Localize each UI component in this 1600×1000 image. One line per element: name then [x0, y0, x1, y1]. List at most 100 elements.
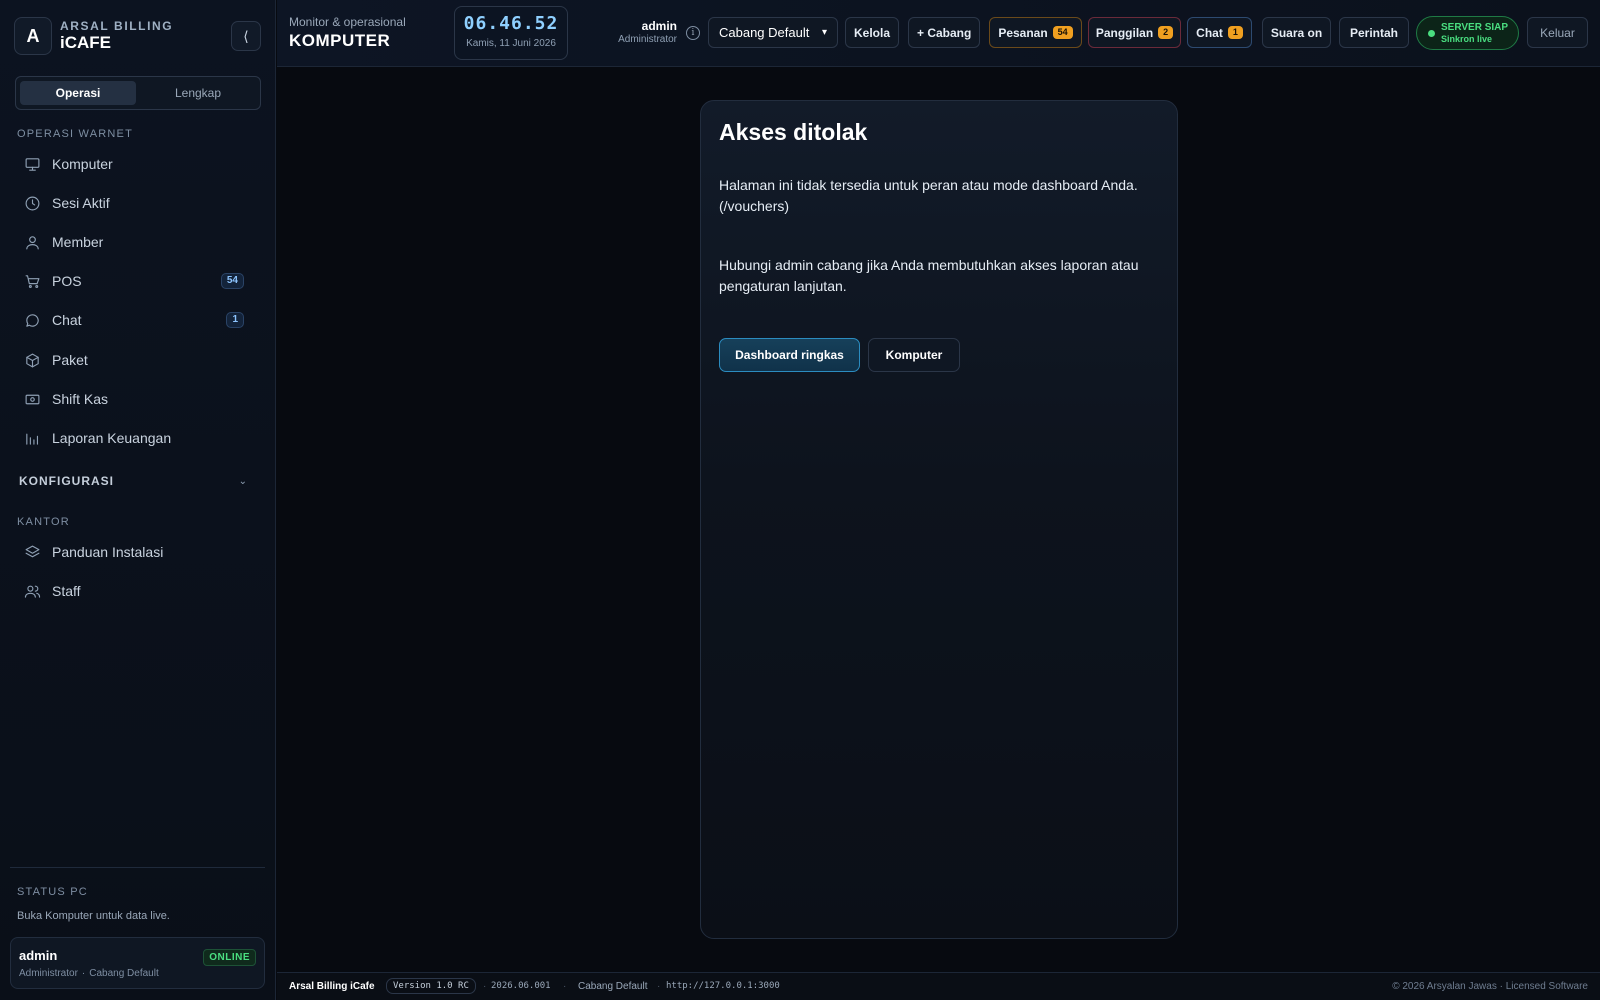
orders-count-badge: 54: [1052, 26, 1073, 39]
sidebar-item-label: Chat: [52, 312, 82, 328]
topbar-user: admin Administrator: [597, 19, 677, 45]
section-label-operasi: OPERASI WARNET: [17, 128, 134, 140]
branch-select[interactable]: Cabang Default ▾: [708, 17, 838, 48]
footer-build: 2026.06.001: [491, 981, 551, 991]
topbar-user-role: Administrator: [618, 34, 677, 45]
sidebar-item-pos[interactable]: POS 54: [14, 264, 252, 298]
chat-count-badge: 1: [226, 312, 244, 328]
sidebar-item-label: Laporan Keuangan: [52, 430, 172, 446]
kelola-label: Kelola: [854, 25, 891, 40]
sidebar-item-laporan-keuangan[interactable]: Laporan Keuangan: [14, 421, 252, 455]
status-pc-label: STATUS PC: [17, 886, 88, 898]
calls-label: Panggilan: [1095, 25, 1154, 40]
sidebar-item-paket[interactable]: Paket: [14, 343, 252, 377]
sidebar-item-label: Sesi Aktif: [52, 195, 110, 211]
chat-label: Chat: [1196, 25, 1223, 40]
sidebar-item-label: Komputer: [52, 156, 113, 172]
sound-toggle-button[interactable]: Suara on: [1262, 17, 1331, 48]
user-icon: [22, 232, 42, 252]
command-button[interactable]: Perintah: [1339, 17, 1409, 48]
footer-url: http://127.0.0.1:3000: [666, 981, 780, 991]
komputer-button[interactable]: Komputer: [868, 338, 960, 372]
topbar: Monitor & operasional KOMPUTER 06.46.52 …: [277, 0, 1600, 67]
user-role-text: Administrator: [19, 968, 78, 979]
footer-separator: ·: [483, 981, 487, 992]
cart-icon: [22, 271, 42, 291]
calls-button[interactable]: Panggilan 2: [1088, 17, 1181, 48]
brand: A ARSAL BILLING iCAFE ⟨: [14, 17, 262, 55]
sidebar-item-label: POS: [52, 273, 82, 289]
mode-switch: Operasi Lengkap: [15, 76, 261, 110]
sidebar-item-sesi-aktif[interactable]: Sesi Aktif: [14, 186, 252, 220]
sidebar-item-member[interactable]: Member: [14, 225, 252, 259]
sidebar-item-label: Panduan Instalasi: [52, 544, 164, 560]
user-branch-text: Cabang Default: [89, 968, 159, 979]
current-user-role: Administrator · Cabang Default: [19, 968, 159, 979]
sidebar-item-label: Paket: [52, 352, 88, 368]
branch-select-value: Cabang Default: [719, 25, 810, 40]
server-sync-text: Sinkron live: [1441, 34, 1493, 44]
clock-widget: 06.46.52 Kamis, 11 Juni 2026: [454, 6, 568, 60]
section-label-kantor: KANTOR: [17, 516, 70, 528]
command-label: Perintah: [1349, 25, 1398, 40]
sidebar-group-konfigurasi[interactable]: KONFIGURASI ⌄: [19, 473, 247, 489]
users-icon: [22, 581, 42, 601]
sidebar-item-staff[interactable]: Staff: [14, 574, 252, 608]
footer-brand: Arsal Billing iCafe: [289, 981, 375, 992]
access-denied-message: Halaman ini tidak tersedia untuk peran a…: [719, 177, 1138, 214]
pos-count-badge: 54: [220, 273, 244, 289]
monitor-icon: [22, 154, 42, 174]
orders-label: Pesanan: [998, 25, 1048, 40]
chat-count-badge: 1: [1227, 26, 1243, 39]
sidebar-item-label: Shift Kas: [52, 391, 109, 407]
add-branch-button[interactable]: + Cabang: [908, 17, 981, 48]
page-subtitle: Monitor & operasional: [289, 15, 406, 29]
brand-name: iCAFE: [60, 33, 111, 52]
konfigurasi-label: KONFIGURASI: [19, 474, 114, 488]
clock-date: Kamis, 11 Juni 2026: [466, 38, 556, 49]
clock-icon: [22, 193, 42, 213]
add-branch-label: + Cabang: [917, 25, 972, 40]
page-title: KOMPUTER: [289, 31, 391, 50]
box-icon: [22, 350, 42, 370]
current-user-name: admin: [19, 948, 58, 963]
orders-button[interactable]: Pesanan 54: [989, 17, 1082, 48]
cash-icon: [22, 389, 42, 409]
sidebar-item-chat[interactable]: Chat 1: [14, 303, 252, 337]
sidebar-item-shift-kas[interactable]: Shift Kas: [14, 382, 252, 416]
status-badge: ONLINE: [203, 949, 256, 966]
footer-copyright: © 2026 Arsyalan Jawas · Licensed Softwar…: [1392, 981, 1588, 992]
info-icon[interactable]: i: [686, 26, 700, 40]
topbar-user-name: admin: [641, 19, 677, 33]
calls-count-badge: 2: [1158, 26, 1174, 39]
server-status-text: SERVER SIAP: [1441, 22, 1509, 33]
dashboard-ringkas-button[interactable]: Dashboard ringkas: [719, 338, 860, 372]
sidebar-item-label: Member: [52, 234, 104, 250]
footer-branch: Cabang Default: [578, 981, 648, 992]
separator: ·: [81, 968, 86, 979]
brand-logo: A: [14, 17, 52, 55]
footer-separator: ·: [657, 981, 661, 992]
current-user-card: admin Administrator · Cabang Default ONLIN…: [10, 937, 265, 989]
access-denied-hint: Hubungi admin cabang jika Anda membutuhk…: [719, 257, 1139, 294]
footer-version: Version 1.0 RC: [386, 978, 476, 994]
layers-icon: [22, 542, 42, 562]
footer: Arsal Billing iCafe Version 1.0 RC · 202…: [277, 972, 1600, 1000]
clock-time: 06.46.52: [463, 13, 559, 34]
bar-chart-icon: [22, 428, 42, 448]
sidebar-divider: [10, 867, 265, 868]
brand-top-text: ARSAL BILLING: [60, 19, 174, 33]
mode-lengkap[interactable]: Lengkap: [140, 81, 256, 105]
access-denied-card: Akses ditolak Halaman ini tidak tersedia…: [700, 100, 1178, 939]
collapse-sidebar-button[interactable]: ⟨: [231, 21, 261, 51]
sidebar: A ARSAL BILLING iCAFE ⟨ Operasi Lengkap …: [0, 0, 276, 1000]
sound-label: Suara on: [1270, 25, 1323, 40]
mode-operasi[interactable]: Operasi: [20, 81, 136, 105]
sidebar-item-label: Staff: [52, 583, 81, 599]
chat-button[interactable]: Chat 1: [1187, 17, 1252, 48]
footer-separator: ·: [563, 981, 567, 992]
sidebar-item-panduan-instalasi[interactable]: Panduan Instalasi: [14, 535, 252, 569]
kelola-button[interactable]: Kelola: [845, 17, 900, 48]
sidebar-item-komputer[interactable]: Komputer: [14, 147, 252, 181]
logout-button[interactable]: Keluar: [1527, 17, 1588, 48]
